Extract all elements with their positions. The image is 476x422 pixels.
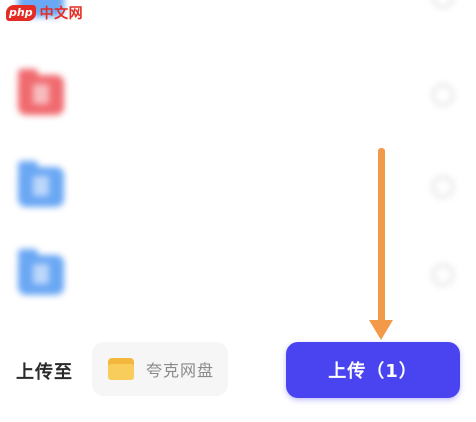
annotation-arrow-head-icon	[369, 320, 393, 340]
upload-screen: php 中文网 上传至 夸克网盘 上传（1）	[0, 0, 476, 422]
file-row[interactable]	[0, 140, 476, 230]
file-checkbox[interactable]	[432, 84, 454, 106]
file-checkbox[interactable]	[432, 264, 454, 286]
file-row[interactable]	[0, 228, 476, 318]
watermark: php 中文网	[6, 4, 83, 22]
watermark-logo: php	[6, 5, 36, 21]
destination-label: 夸克网盘	[146, 361, 215, 380]
upload-to-label: 上传至	[16, 362, 73, 383]
watermark-site-text: 中文网	[39, 6, 84, 22]
document-file-icon	[18, 161, 64, 207]
bottom-action-bar: 上传至 夸克网盘 上传（1）	[0, 330, 476, 422]
file-checkbox[interactable]	[432, 0, 454, 8]
folder-icon	[108, 358, 134, 380]
pdf-file-icon	[18, 69, 64, 115]
file-list	[0, 0, 476, 330]
upload-button[interactable]: 上传（1）	[286, 342, 460, 398]
annotation-arrow-shaft	[378, 148, 385, 324]
file-row[interactable]	[0, 50, 476, 140]
destination-selector[interactable]: 夸克网盘	[92, 342, 228, 396]
document-file-icon	[18, 249, 64, 295]
file-checkbox[interactable]	[432, 176, 454, 198]
